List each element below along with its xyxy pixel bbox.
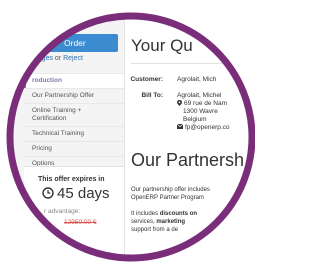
nav-item-partnership-offer[interactable]: Our Partnership Offer [24, 88, 124, 103]
bill-to-email-line: fp@openerp.co [177, 124, 230, 132]
quote-nav-list: roduction Our Partnership Offer Online T… [24, 73, 124, 171]
title-divider [131, 63, 255, 64]
changes-line: hanges or Reject [30, 55, 83, 62]
sidebar: Order hanges or Reject roduction Our Par… [0, 0, 125, 264]
ask-changes-link[interactable]: hanges [30, 55, 53, 62]
bill-to-name: Agrolait, Michel [177, 92, 222, 99]
nav-item-certification[interactable]: Certification [24, 115, 124, 126]
accept-order-label: Order [64, 38, 86, 48]
nav-item-introduction[interactable]: roduction [24, 73, 124, 88]
bill-to-country: Belgium [183, 116, 207, 123]
envelope-icon [177, 124, 183, 129]
partnership-paragraph-line-1: Our partnership offer includes [131, 187, 210, 193]
includes-text: It includes [131, 211, 160, 217]
page-title: Your Qu [131, 36, 193, 55]
offer-expiry-box: This offer expires in 45 days r advantag… [24, 166, 124, 264]
partnership-paragraph-line-2: OpenERP Partner Program [131, 195, 204, 201]
map-marker-icon [177, 100, 182, 106]
bill-to-label: Bill To: [141, 92, 163, 99]
advantage-label: r advantage: [44, 208, 81, 215]
discounts-text: discounts on [159, 211, 198, 217]
quote-main-content: Your Qu Customer: Agrolait, Mich Bill To… [125, 0, 255, 264]
reject-link[interactable]: Reject [63, 55, 83, 62]
advantage-price: 12950.00 € [64, 219, 97, 226]
customer-value: Agrolait, Mich [177, 76, 217, 83]
marketing-text: marketing [156, 219, 186, 225]
services-text: services, [131, 219, 157, 225]
nav-item-online-training[interactable]: Online Training + [24, 103, 124, 115]
accept-order-button[interactable]: Order [24, 34, 118, 52]
bill-to-email[interactable]: fp@openerp.co [185, 124, 230, 131]
offer-expiry-title: This offer expires in [38, 176, 105, 183]
bill-to-city: 1300 Wavre [183, 108, 218, 115]
quote-page-viewport: Order hanges or Reject roduction Our Par… [0, 0, 255, 264]
changes-or-text: or [54, 55, 62, 62]
bill-to-street-line: 69 rue de Nam [177, 100, 227, 108]
includes-paragraph-line-1: It includes discounts on [131, 210, 197, 218]
customer-label: Customer: [130, 76, 163, 83]
includes-paragraph-line-3: support from a de [131, 227, 179, 233]
clock-icon [42, 187, 54, 199]
offer-days-remaining: 45 days [57, 185, 110, 202]
nav-item-technical-training[interactable]: Technical Training [24, 126, 124, 141]
includes-paragraph-line-2: services, marketing [131, 218, 185, 226]
bill-to-street: 69 rue de Nam [184, 100, 227, 107]
partnership-section-title: Our Partnersh [131, 150, 245, 170]
nav-item-pricing[interactable]: Pricing [24, 141, 124, 156]
